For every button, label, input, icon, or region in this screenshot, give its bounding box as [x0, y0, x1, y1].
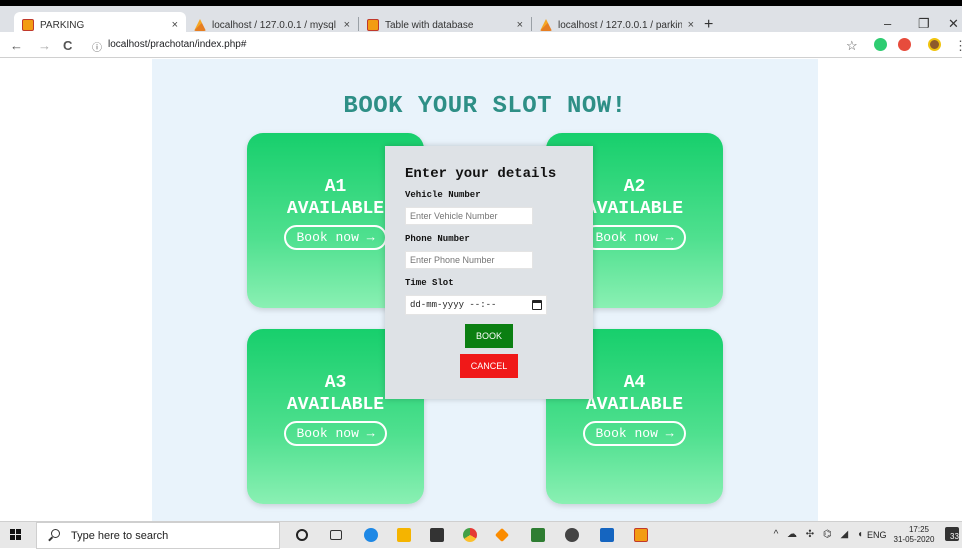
close-icon[interactable]: × — [344, 19, 350, 31]
edge-browser-icon[interactable] — [364, 528, 378, 542]
reload-icon[interactable]: C — [63, 38, 72, 53]
minimize-button[interactable]: – — [884, 16, 891, 31]
book-now-button[interactable]: Book now → — [284, 225, 387, 250]
browser-menu-icon[interactable]: ⋮ — [954, 38, 962, 54]
profile-avatar-icon[interactable] — [928, 38, 941, 51]
close-icon[interactable]: × — [517, 19, 523, 31]
system-tray-icons[interactable]: ^ ☁ ✣ ⌬ ◢ ◖ — [774, 529, 866, 540]
vehicle-number-input[interactable] — [405, 207, 533, 225]
table-favicon-icon — [367, 19, 379, 31]
close-icon[interactable]: × — [688, 19, 694, 31]
book-button[interactable]: BOOK — [465, 324, 513, 348]
tab-title: localhost / 127.0.0.1 / parking | p — [558, 19, 682, 31]
notification-count: 33 — [950, 532, 959, 541]
file-explorer-icon[interactable] — [397, 528, 411, 542]
book-now-button[interactable]: Book now → — [583, 225, 686, 250]
search-icon — [51, 529, 60, 538]
task-view-icon[interactable] — [330, 530, 342, 540]
modal-title: Enter your details — [405, 166, 557, 182]
app-icon[interactable] — [494, 527, 510, 543]
tab-title: Table with database — [385, 19, 474, 31]
book-now-button[interactable]: Book now → — [284, 421, 387, 446]
clock-time[interactable]: 17:25 — [904, 525, 934, 534]
close-icon[interactable]: × — [172, 19, 178, 31]
time-slot-value: dd-mm-yyyy --:-- — [410, 300, 497, 310]
phone-number-input[interactable] — [405, 251, 533, 269]
tab-title: localhost / 127.0.0.1 / mysql | php — [212, 19, 338, 31]
vim-icon[interactable] — [531, 528, 545, 542]
site-info-icon[interactable]: ⓘ — [92, 39, 102, 54]
forward-icon[interactable]: → — [38, 38, 51, 53]
windows-start-icon[interactable] — [10, 529, 22, 541]
phpmyadmin-favicon-icon — [194, 19, 206, 31]
bookmark-star-icon[interactable]: ☆ — [846, 38, 858, 54]
time-slot-label: Time Slot — [405, 278, 454, 288]
url-field[interactable]: localhost/prachotan/index.php# — [108, 39, 246, 50]
restore-button[interactable]: ❐ — [918, 16, 930, 32]
vehicle-number-label: Vehicle Number — [405, 190, 481, 200]
calendar-icon[interactable] — [532, 300, 542, 310]
browser-viewport: BOOK YOUR SLOT NOW! A1 AVAILABLE Book no… — [0, 59, 962, 521]
taskbar-search-placeholder: Type here to search — [71, 530, 169, 542]
time-slot-input[interactable]: dd-mm-yyyy --:-- — [405, 295, 547, 315]
parking-favicon-icon — [22, 19, 34, 31]
address-bar: ← → C ⓘ localhost/prachotan/index.php# ☆… — [0, 32, 962, 58]
store-icon[interactable] — [430, 528, 444, 542]
language-indicator[interactable]: ENG — [867, 530, 887, 540]
chrome-icon[interactable] — [463, 528, 477, 542]
phpmyadmin-favicon-icon — [540, 19, 552, 31]
booking-modal: Enter your details Vehicle Number Phone … — [385, 146, 593, 399]
word-icon[interactable] — [600, 528, 614, 542]
settings-gear-icon[interactable] — [565, 528, 579, 542]
back-icon[interactable]: ← — [10, 38, 23, 53]
cancel-button[interactable]: CANCEL — [460, 354, 518, 378]
cortana-icon[interactable] — [296, 529, 308, 541]
book-now-button[interactable]: Book now → — [583, 421, 686, 446]
taskbar-search-box[interactable]: Type here to search — [36, 522, 280, 549]
grammarly-extension-icon[interactable] — [874, 38, 887, 51]
clock-date[interactable]: 31-05-2020 — [890, 535, 938, 544]
xampp-icon[interactable] — [634, 528, 648, 542]
page-container: BOOK YOUR SLOT NOW! A1 AVAILABLE Book no… — [152, 59, 818, 521]
phone-number-label: Phone Number — [405, 234, 470, 244]
windows-taskbar: Type here to search ^ ☁ ✣ ⌬ ◢ ◖ ENG 17:2… — [0, 521, 962, 549]
page-title: BOOK YOUR SLOT NOW! — [343, 93, 627, 120]
tab-title: PARKING — [40, 19, 85, 31]
adblock-extension-icon[interactable] — [898, 38, 911, 51]
close-window-button[interactable]: ✕ — [948, 16, 959, 32]
browser-tab-bar: PARKING × localhost / 127.0.0.1 / mysql … — [0, 0, 962, 38]
